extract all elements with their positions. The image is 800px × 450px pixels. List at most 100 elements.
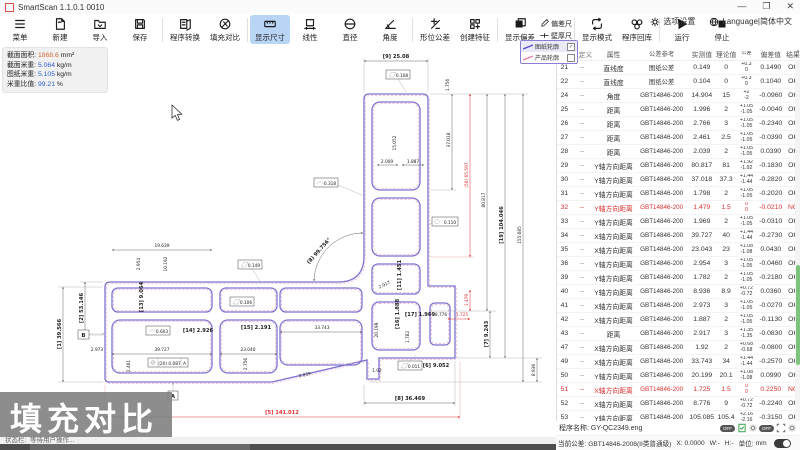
table-row[interactable]: 28 -- 距离 GBT14846-200 2.039 2 +1.05-1.05… [557,145,800,159]
minimize-button[interactable]: — [737,1,746,12]
unit-toggle-switch[interactable] [774,439,791,448]
cell-tolerance: +0.68-0.68 [737,342,757,353]
table-row[interactable]: 43 -- 距离 GBT14846-200 2.917 3 +1.35-1.35… [557,327,800,341]
arc-tolerance-value: 0.603 [156,329,169,335]
show-dimensions-button[interactable]: 显示尺寸 [250,15,290,44]
maximize-button[interactable]: ❐ [762,1,770,12]
fill-compare-button[interactable]: 填充对比 [205,15,245,44]
drawing-outline-swatch [523,44,533,50]
close-button[interactable]: ✕ [786,1,794,12]
unit-label: 单位: [739,438,754,448]
dimension-texts: [9] 25.08 [5] 141.012 [8] 36.469 37.018 … [57,54,537,416]
program-library-icon [630,17,644,31]
save-button[interactable]: 保存 [120,15,160,44]
table-row[interactable]: 35 -- X轴方向距离 GBT14846-200 23.043 23 +1.0… [557,243,800,257]
create-feature-button[interactable]: 创建特征 [455,15,495,44]
gear-icon[interactable] [788,424,796,432]
cell-no: 35 [557,246,572,253]
gdt-button[interactable]: 形位公差 [415,15,455,44]
table-row[interactable]: 50 -- Y轴方向距离 GBT14846-200 20.199 20.1 +1… [557,369,800,383]
table-row[interactable]: 30 -- Y轴方向距离 GBT14846-200 37.018 37.3 +1… [557,173,800,187]
gear-icon[interactable] [749,424,757,432]
table-row[interactable]: 22 -- 直线度 图纸公差 0.104 0 +0.30 0.1040 OK [557,75,800,89]
language-button[interactable]: Language|简体中文 [709,16,792,27]
pencil-icon [540,19,549,28]
unit-value: mm [756,440,767,447]
table-row[interactable]: 26 -- 距离 GBT14846-200 2.766 3 +1.05-1.05… [557,117,800,131]
cell-custom: -- [572,92,592,99]
cell-attr: Y轴方向距离 [592,273,636,283]
title-bar: SmartScan 1.1.0.1 0010 — ❐ ✕ [0,0,800,14]
table-row[interactable]: 34 -- X轴方向距离 GBT14846-200 39.727 40 +1.4… [557,229,800,243]
display-mode-button[interactable]: 显示模式 [577,15,617,44]
angle-button[interactable]: 角度 [370,15,410,44]
table-row[interactable]: 42 -- X轴方向距离 GBT14846-200 1.887 2 +1.05-… [557,313,800,327]
cell-tol-dn: -1.92 [741,166,753,171]
cell-custom: -- [572,162,592,169]
cell-no: 52 [557,400,572,407]
info-row: 米重比值: 99.21 % [7,80,103,90]
table-row[interactable]: 36 -- Y轴方向距离 GBT14846-200 2.954 3 +1.05-… [557,257,800,271]
program-convert-button[interactable]: 程序转换 [165,15,205,44]
cell-attr: X轴方向距离 [592,343,636,353]
table-row[interactable]: 27 -- 距离 GBT14846-200 2.461 2.5 +1.05-1.… [557,131,800,145]
program-footer: 程序名称: GY-QC2349.eng OFF OFF [556,421,800,435]
show-dimensions-icon [263,17,277,31]
cell-ref: GBT14846-200 [635,246,688,253]
legend-drawing-outline[interactable]: 图纸轮廓 ✓ [521,41,577,52]
legend-product-outline[interactable]: 产品轮廓 [521,52,577,63]
cell-tolerance: 00 [737,202,757,213]
import-button[interactable]: 导入 [80,15,120,44]
cell-tol-dn: -1.05 [741,320,753,325]
cell-custom: -- [572,330,592,337]
drawing-outline-checkbox[interactable]: ✓ [567,43,575,51]
cell-meas: 1.798 [688,190,716,197]
table-row[interactable]: 40 -- Y轴方向距离 GBT14846-200 8.936 8.9 +0.7… [557,285,800,299]
scrollbar-thumb[interactable] [796,265,800,365]
dim-text: [17] 1.969 [405,312,436,318]
wall-thickness-ruler-button[interactable]: 壁厚尺 [540,31,572,41]
diameter-button[interactable]: 直径 [330,15,370,44]
cell-attr: X轴方向距离 [592,385,636,395]
toggle-off-badge[interactable]: OFF [759,425,774,432]
cell-no: 29 [557,162,572,169]
linear-button[interactable]: 线性 [290,15,330,44]
wall-thickness-icon [540,31,549,40]
product-outline-checkbox[interactable] [567,54,575,62]
table-scrollbar[interactable] [795,60,800,424]
table-row[interactable]: 24 -- 角度 GBT14846-200 14.904 15 +2-2 -0.… [557,89,800,103]
table-row[interactable]: 39 -- Y轴方向距离 GBT14846-200 1.782 2 +1.05-… [557,271,800,285]
cell-tolerance: +1.08-1.08 [737,244,757,255]
table-row[interactable]: 47 -- X轴方向距离 GBT14846-200 1.92 2 +0.68-0… [557,341,800,355]
table-row[interactable]: 33 -- Y轴方向距离 GBT14846-200 1.969 2 +1.05-… [557,215,800,229]
dim-text: 19.639 [154,243,169,249]
report-file-icon[interactable] [737,423,747,433]
table-row[interactable]: 31 -- Y轴方向距离 GBT14846-200 1.798 2 +1.05-… [557,187,800,201]
new-file-icon [53,17,67,31]
cell-tol-dn: -2 [744,96,749,101]
frame-icon[interactable] [776,423,786,433]
menu-button[interactable]: 菜单 [0,15,40,44]
table-row[interactable]: 51 -- X轴方向距离 GBT14846-200 1.725 1.5 00 0… [557,383,800,397]
cell-no: 36 [557,260,572,267]
scroll-up-arrow[interactable]: ▲ [795,48,800,54]
table-row[interactable]: 21 -- 直线度 图纸公差 0.149 0 +0.30 0.1490 OK [557,61,800,75]
dim-text-ng: (58) 65.597 [464,162,470,187]
cell-no: 39 [557,274,572,281]
table-row[interactable]: 29 -- Y轴方向距离 GBT14846-200 80.817 81 +1.9… [557,159,800,173]
table-row[interactable]: 25 -- 距离 GBT14846-200 1.996 2 +1.05-1.05… [557,103,800,117]
new-button[interactable]: 新建 [40,15,80,44]
table-row[interactable]: 32 -- Y轴方向距离 GBT14846-200 1.479 1.5 00 -… [557,201,800,215]
dim-text: [9] 25.08 [383,54,410,60]
cell-dev: 0.0990 [756,372,785,379]
options-button[interactable]: 选项设置 [650,16,695,27]
table-row[interactable]: 49 -- X轴方向距离 GBT14846-200 33.743 34 +1.4… [557,355,800,369]
table-row[interactable]: 41 -- X轴方向距离 GBT14846-200 2.973 3 +1.05-… [557,299,800,313]
drawing-canvas[interactable]: 0.149 0.106 0.603 0.318 0.108 0.011 0.11… [0,45,556,437]
cell-meas: 80.817 [688,162,716,169]
toggle-off-badge[interactable]: OFF [720,425,735,432]
deviation-ruler-button[interactable]: 偏差尺 [540,19,572,29]
cell-meas: 1.479 [688,204,716,211]
table-row[interactable]: 52 -- X轴方向距离 GBT14846-200 8.776 9 +0.72-… [557,397,800,411]
app-icon [5,3,14,12]
